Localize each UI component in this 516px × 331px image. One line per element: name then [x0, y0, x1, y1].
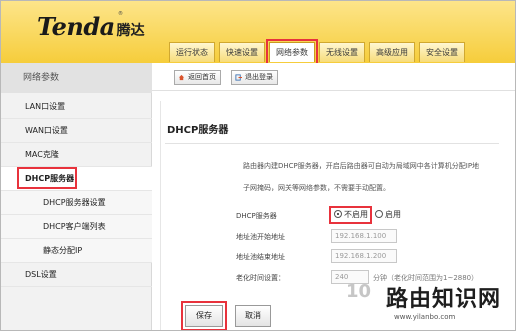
- tab-security[interactable]: 安全设置: [419, 42, 465, 62]
- sidebar-subitem-static-ip[interactable]: 静态分配IP: [1, 239, 152, 263]
- description-line-1: 路由器内建DHCP服务器，开启后路由器可自动为局域网中各计算机分配IP地: [243, 162, 480, 170]
- tab-status[interactable]: 运行状态: [169, 42, 215, 62]
- sidebar-item-lan[interactable]: LAN口设置: [1, 95, 152, 119]
- dhcp-server-label: DHCP服务器: [236, 212, 277, 220]
- back-home-button[interactable]: 返回首页: [174, 70, 221, 85]
- start-address-label: 地址池开始地址: [236, 233, 285, 241]
- trademark: ®: [118, 11, 123, 17]
- end-address-input[interactable]: 192.168.1.200: [331, 249, 397, 263]
- home-icon: [178, 74, 185, 81]
- router-admin-window: Tenda 腾达 ® 运行状态 快速设置 网络参数 无线设置 高级应用 安全设置 …: [0, 0, 516, 331]
- logout-label: 退出登录: [245, 73, 273, 81]
- watermark-text: 路由知识网: [386, 287, 502, 312]
- end-address-label: 地址池结束地址: [236, 253, 285, 261]
- logout-icon: [235, 74, 242, 81]
- sidebar-title: 网络参数: [1, 63, 152, 93]
- tab-wireless[interactable]: 无线设置: [319, 42, 365, 62]
- highlight-box: [329, 206, 372, 224]
- tab-quick-setup[interactable]: 快速设置: [219, 42, 265, 62]
- sidebar-subitem-dhcp-settings[interactable]: DHCP服务器设置: [1, 191, 152, 215]
- watermark-url: www.yilanbo.com: [394, 313, 456, 321]
- tab-advanced[interactable]: 高级应用: [369, 42, 415, 62]
- radio-enable-label: 启用: [385, 210, 401, 219]
- panel-title: DHCP服务器: [167, 125, 229, 136]
- cancel-button[interactable]: 取消: [235, 305, 271, 327]
- sidebar-subitem-dhcp-clients[interactable]: DHCP客户端列表: [1, 215, 152, 239]
- logo-text-en: Tenda: [37, 12, 115, 41]
- watermark: 10 路由知识网 www.yilanbo.com: [346, 277, 515, 330]
- divider: [165, 143, 499, 144]
- tenda-logo: Tenda 腾达: [37, 12, 145, 42]
- radio-enable[interactable]: 启用: [375, 209, 401, 220]
- highlight-box: [17, 167, 77, 189]
- back-home-label: 返回首页: [188, 73, 216, 81]
- logout-button[interactable]: 退出登录: [231, 70, 278, 85]
- start-address-input[interactable]: 192.168.1.100: [331, 229, 397, 243]
- header: Tenda 腾达 ® 运行状态 快速设置 网络参数 无线设置 高级应用 安全设置: [1, 1, 515, 65]
- top-tabs: 运行状态 快速设置 网络参数 无线设置 高级应用 安全设置: [169, 39, 469, 65]
- radio-dot-unchecked: [375, 210, 383, 218]
- sidebar-item-wan[interactable]: WAN口设置: [1, 119, 152, 143]
- description-line-2: 子网掩码，网关等网络参数，不需要手动配置。: [243, 184, 390, 192]
- highlight-box: [181, 301, 227, 330]
- sidebar: 网络参数 LAN口设置 WAN口设置 MAC克隆 DHCP服务器 DHCP服务器…: [1, 63, 152, 330]
- sidebar-item-dsl[interactable]: DSL设置: [1, 263, 152, 287]
- watermark-prefix: 10: [346, 281, 372, 302]
- logo-text-cn: 腾达: [116, 23, 145, 39]
- sidebar-item-mac-clone[interactable]: MAC克隆: [1, 143, 152, 167]
- lease-time-label: 老化时间设置：: [236, 274, 285, 282]
- toolbar: 返回首页 退出登录: [152, 63, 515, 91]
- tab-network-params[interactable]: 网络参数: [266, 39, 318, 65]
